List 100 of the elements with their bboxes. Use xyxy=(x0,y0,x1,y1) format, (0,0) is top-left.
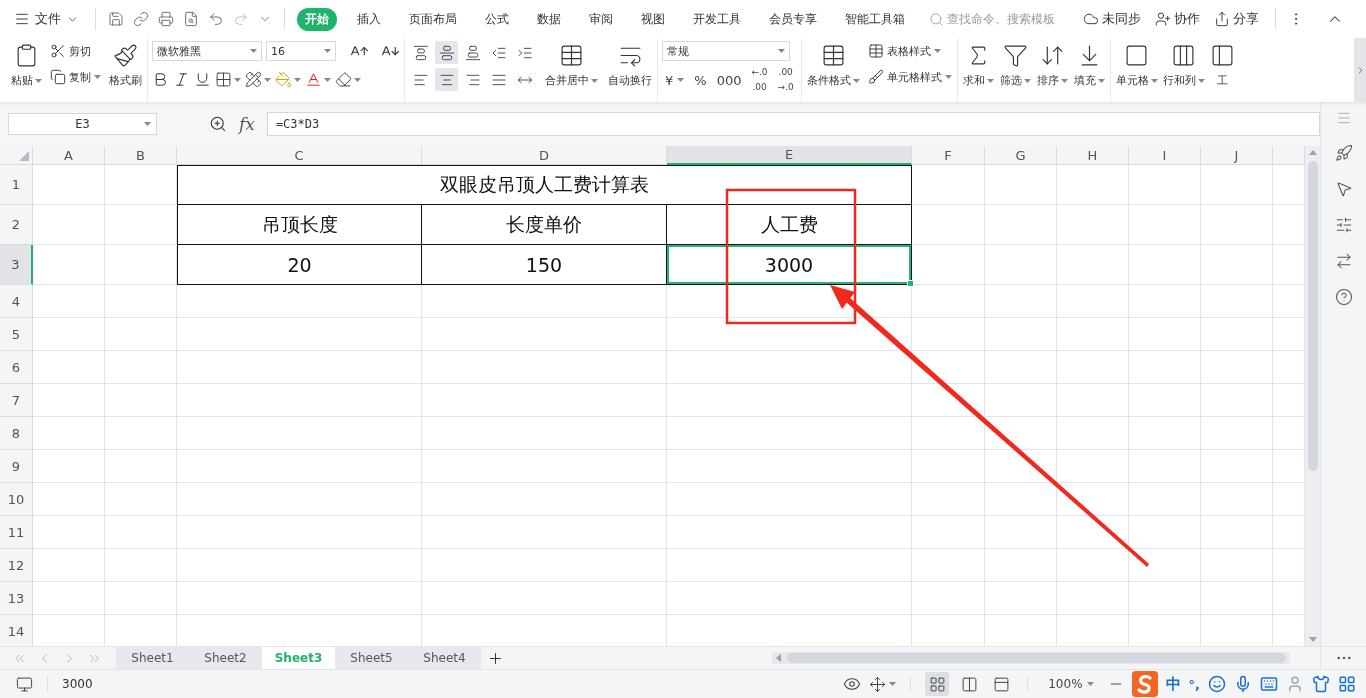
zoom-icon[interactable] xyxy=(209,115,227,133)
ribbon-tab[interactable]: 公式 xyxy=(477,7,517,31)
ribbon-tab[interactable]: 页面布局 xyxy=(401,7,465,31)
conditional-format-button[interactable]: 条件格式 xyxy=(805,41,861,90)
cut-button[interactable]: 剪切 xyxy=(49,41,102,61)
table-style-button[interactable]: 表格样式 xyxy=(866,41,953,61)
align-button[interactable] xyxy=(435,41,458,64)
number-format-select[interactable]: 常规 xyxy=(662,41,790,61)
filter-button[interactable]: 筛选 xyxy=(998,41,1032,90)
grid-icon[interactable] xyxy=(1338,675,1356,693)
font-select[interactable]: 微软雅黑 xyxy=(152,41,262,61)
row-header[interactable]: 6 xyxy=(0,351,33,384)
sheet-tab[interactable]: Sheet5 xyxy=(335,647,408,669)
row-header[interactable]: 12 xyxy=(0,549,33,582)
number-format-button[interactable]: ←.0 .00 xyxy=(748,68,771,92)
file-menu[interactable]: 文件 xyxy=(10,10,83,28)
rocket-icon[interactable] xyxy=(1334,144,1353,162)
number-format-button[interactable]: % xyxy=(691,68,710,92)
ime-punctuation[interactable]: °, xyxy=(1188,676,1200,692)
print-preview-icon[interactable] xyxy=(183,11,199,27)
ribbon-tab[interactable]: 会员专享 xyxy=(761,7,825,31)
cell-button[interactable]: 单元格 xyxy=(1114,41,1159,90)
format-painter-button[interactable]: 格式刷 xyxy=(108,41,143,90)
caret-icon xyxy=(144,122,151,126)
paste-button[interactable]: 粘贴 xyxy=(10,41,43,90)
formula-field[interactable]: =C3*D3 xyxy=(266,112,1320,136)
row-header[interactable]: 13 xyxy=(0,582,33,615)
row-header[interactable]: 14 xyxy=(0,615,33,646)
column-header[interactable]: A xyxy=(33,146,105,165)
column-header[interactable]: G xyxy=(985,146,1057,165)
save-icon[interactable] xyxy=(108,11,124,27)
ribbon-tab[interactable]: 开发工具 xyxy=(685,7,749,31)
row-header[interactable]: 2 xyxy=(0,205,33,245)
scrollbar-thumb[interactable] xyxy=(787,653,1286,663)
scrollbar-thumb[interactable] xyxy=(1307,161,1318,471)
name-box[interactable]: E3 xyxy=(8,113,157,135)
align-button[interactable] xyxy=(435,68,458,91)
italic-icon[interactable] xyxy=(173,71,190,88)
ime-mode[interactable]: 中 xyxy=(1165,674,1181,694)
number-format-button[interactable]: .00 →.0 xyxy=(774,68,797,92)
sum-button[interactable]: 求和 xyxy=(961,41,995,90)
sheet-tab[interactable]: Sheet4 xyxy=(408,647,481,669)
column-header[interactable]: B xyxy=(105,146,177,165)
number-format-button[interactable]: ¥ xyxy=(662,68,688,92)
print-icon[interactable] xyxy=(158,11,174,27)
sheet-tab[interactable]: Sheet2 xyxy=(189,647,262,669)
underline-icon[interactable] xyxy=(194,71,211,88)
keyboard-icon[interactable] xyxy=(1260,675,1278,693)
header-action[interactable]: 未同步 xyxy=(1079,10,1145,28)
column-header[interactable]: I xyxy=(1129,146,1201,165)
row-header[interactable]: 5 xyxy=(0,318,33,351)
column-header[interactable]: H xyxy=(1057,146,1129,165)
font-size-select[interactable]: 16 xyxy=(266,41,336,61)
zoom-dropdown[interactable]: 100% xyxy=(1042,676,1100,692)
row-header[interactable]: 8 xyxy=(0,417,33,450)
column-header[interactable]: J xyxy=(1201,146,1273,165)
sheet-tab[interactable]: Sheet1 xyxy=(116,647,189,669)
row-header[interactable]: 9 xyxy=(0,450,33,483)
row-header[interactable]: 11 xyxy=(0,516,33,549)
row-header[interactable]: 1 xyxy=(0,165,33,205)
column-header[interactable]: F xyxy=(912,146,985,165)
ribbon-tab[interactable]: 插入 xyxy=(349,7,389,31)
row-header[interactable]: 7 xyxy=(0,384,33,417)
smile-icon[interactable] xyxy=(1208,675,1226,693)
sort-button[interactable]: 排序 xyxy=(1035,41,1069,90)
undo-icon[interactable] xyxy=(208,11,224,27)
view-mode-button[interactable] xyxy=(925,672,950,696)
function-label[interactable]: fx xyxy=(239,114,255,134)
header-action[interactable]: 协作 xyxy=(1151,10,1204,28)
row-header[interactable]: 3 xyxy=(0,245,33,285)
pointer-icon[interactable] xyxy=(1334,180,1353,198)
sliders-icon[interactable] xyxy=(1334,216,1353,234)
fill-down-button[interactable]: 填充 xyxy=(1072,41,1106,90)
copy-button[interactable]: 复制 xyxy=(49,67,102,87)
wrap-text-button[interactable]: 自动换行 xyxy=(607,41,653,90)
row-header[interactable]: 4 xyxy=(0,285,33,318)
swap-icon[interactable] xyxy=(1334,252,1353,270)
microphone-icon[interactable] xyxy=(1234,675,1252,693)
number-format-button[interactable]: 000 xyxy=(713,68,745,92)
link-icon[interactable] xyxy=(133,11,149,27)
fill-handle[interactable] xyxy=(907,280,914,287)
column-header[interactable]: D xyxy=(422,146,667,165)
ribbon-tab[interactable]: 智能工具箱 xyxy=(837,7,913,31)
help-icon[interactable] xyxy=(1334,288,1353,306)
worksheet-button[interactable]: 工 xyxy=(1208,41,1236,90)
column-header[interactable]: C xyxy=(177,146,422,165)
crosshair-icon[interactable] xyxy=(869,675,887,693)
rows-columns-button[interactable]: 行和列 xyxy=(1161,41,1206,90)
column-header[interactable]: E xyxy=(667,146,912,165)
ime-logo-icon[interactable] xyxy=(1131,671,1158,697)
horizontal-scrollbar[interactable] xyxy=(772,652,1290,664)
ribbon-tab[interactable]: 视图 xyxy=(633,7,673,31)
ribbon-tab[interactable]: 审阅 xyxy=(581,7,621,31)
row-header[interactable]: 10 xyxy=(0,483,33,516)
shirt-icon[interactable] xyxy=(1312,675,1330,693)
cell-style-button[interactable]: 单元格样式 xyxy=(866,67,953,87)
header-action[interactable]: 分享 xyxy=(1210,10,1263,28)
merge-cells-button[interactable]: 合并居中 xyxy=(544,41,599,90)
ribbon-tab[interactable]: 数据 xyxy=(529,7,569,31)
eye-icon[interactable] xyxy=(843,675,862,693)
